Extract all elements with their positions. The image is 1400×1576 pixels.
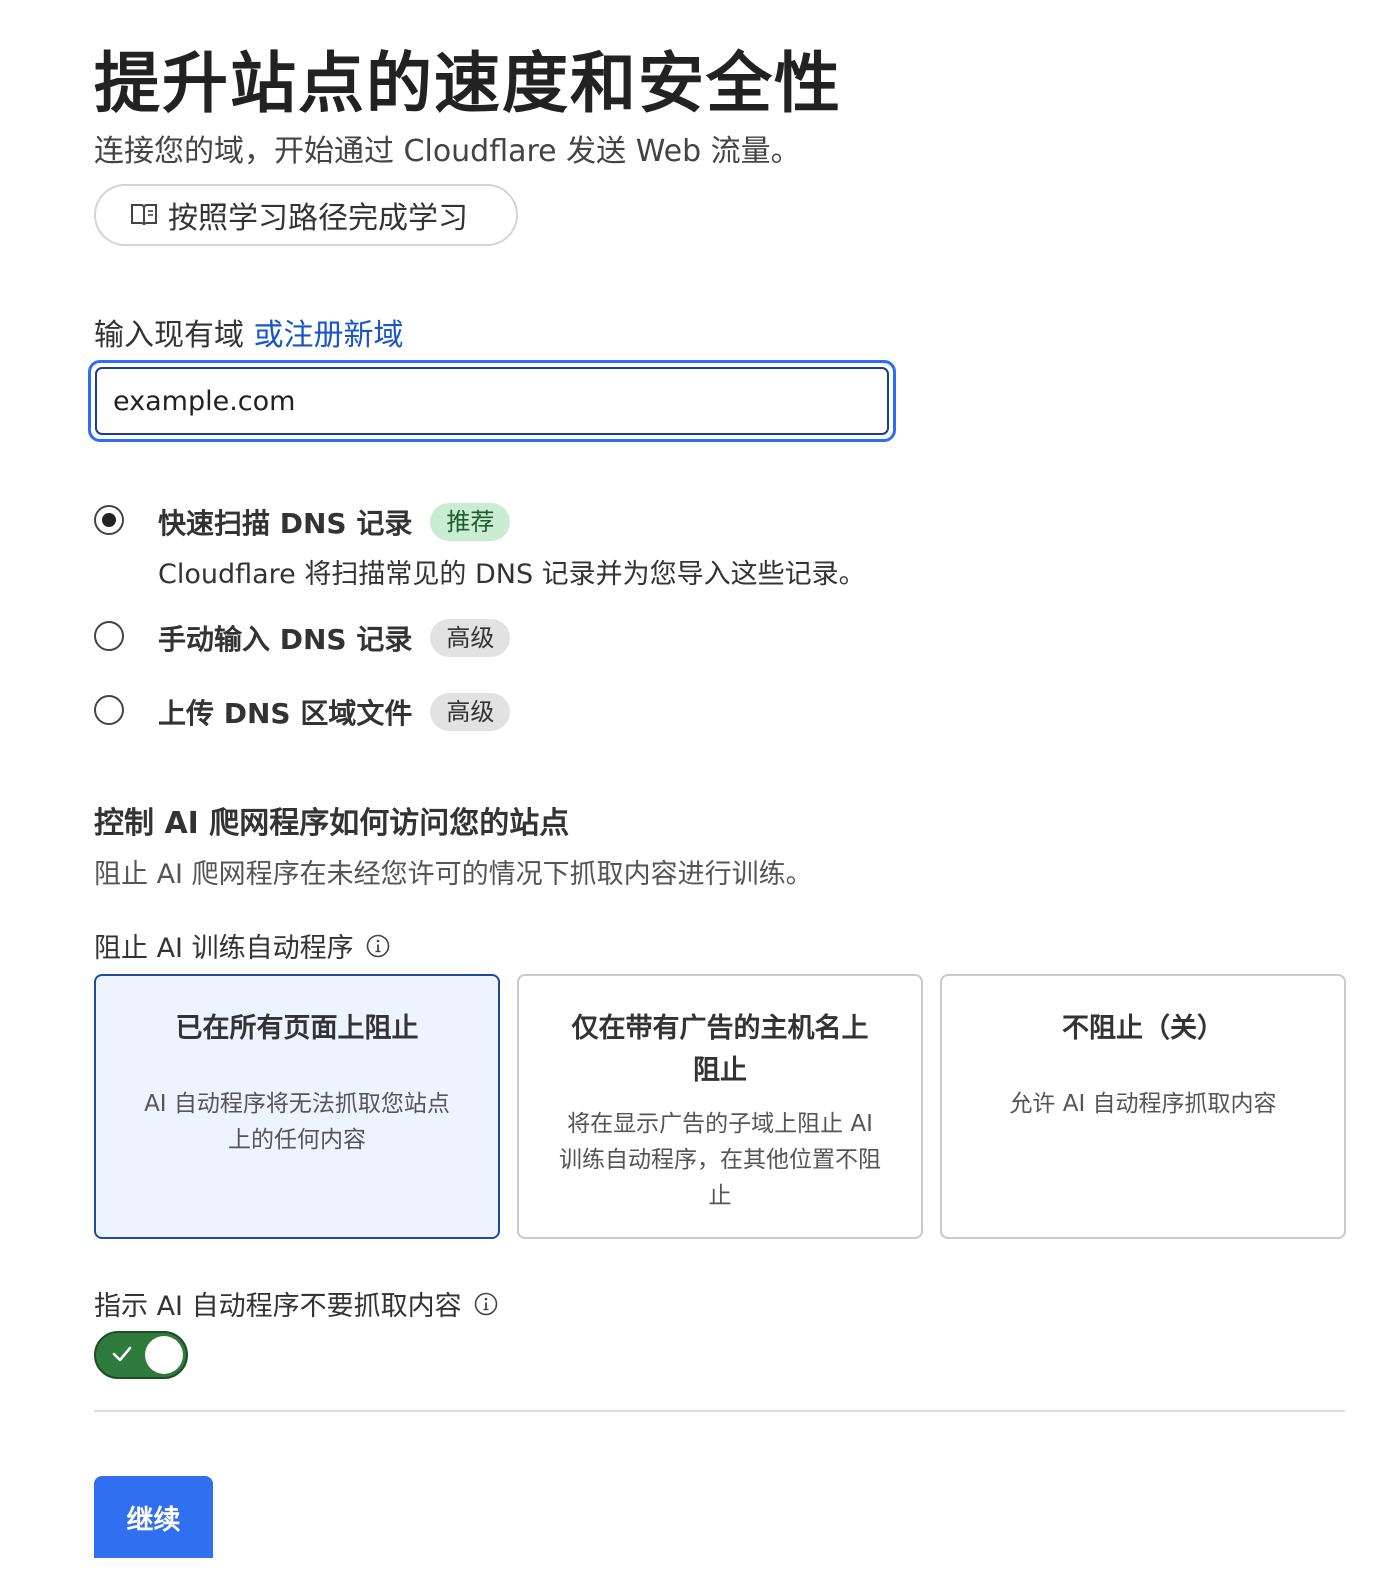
block-ad-hostnames-card[interactable]: 仅在带有广告的主机名上阻止 将在显示广告的子域上阻止 AI 训练自动程序，在其他… [517,974,923,1239]
ai-section-description: 阻止 AI 爬网程序在未经您许可的情况下抓取内容进行训练。 [94,859,813,890]
dns-option-upload[interactable]: 上传 DNS 区域文件 高级 [94,692,511,732]
card-description: AI 自动程序将无法抓取您站点上的任何内容 [144,1091,450,1153]
manual-entry-radio[interactable] [94,621,124,651]
instruct-ai-toggle[interactable] [94,1331,188,1379]
check-icon [112,1346,132,1362]
domain-label-text: 输入现有域 [94,318,244,353]
card-description: 将在显示广告的子域上阻止 AI 训练自动程序，在其他位置不阻止 [559,1111,881,1209]
do-not-block-card[interactable]: 不阻止（关） 允许 AI 自动程序抓取内容 [940,974,1346,1239]
ai-section-heading: 控制 AI 爬网程序如何访问您的站点 [94,806,570,841]
onboarding-page: 提升站点的速度和安全性 连接您的域，开始通过 Cloudflare 发送 Web… [0,0,1400,1576]
card-title: 不阻止（关） [1062,1013,1224,1044]
divider [94,1410,1345,1412]
continue-button[interactable]: 继续 [94,1476,213,1558]
manual-entry-title: 手动输入 DNS 记录 [158,623,413,656]
domain-input-focus-ring [88,360,896,442]
quick-scan-radio[interactable] [94,505,124,535]
instruct-ai-label: 指示 AI 自动程序不要抓取内容 [94,1284,498,1323]
advanced-badge: 高级 [430,619,511,657]
dns-option-manual[interactable]: 手动输入 DNS 记录 高级 [94,618,511,658]
domain-input[interactable] [95,367,889,435]
quick-scan-description: Cloudflare 将扫描常见的 DNS 记录并为您导入这些记录。 [158,559,866,590]
block-ai-label: 阻止 AI 训练自动程序 [94,926,390,965]
learning-path-button[interactable]: 按照学习路径完成学习 [94,184,518,246]
quick-scan-title: 快速扫描 DNS 记录 [158,507,413,540]
block-ai-label-text: 阻止 AI 训练自动程序 [94,933,354,964]
upload-zone-radio[interactable] [94,695,124,725]
toggle-knob [145,1336,183,1374]
register-domain-link[interactable]: 或注册新域 [254,318,404,353]
upload-zone-title: 上传 DNS 区域文件 [158,697,413,730]
dns-option-quick-scan[interactable]: 快速扫描 DNS 记录 推荐 Cloudflare 将扫描常见的 DNS 记录并… [94,502,866,591]
info-icon[interactable] [366,934,390,958]
card-title: 已在所有页面上阻止 [175,1013,419,1044]
card-title: 仅在带有广告的主机名上阻止 [571,1013,869,1086]
instruct-ai-label-text: 指示 AI 自动程序不要抓取内容 [94,1291,462,1322]
page-title: 提升站点的速度和安全性 [94,45,842,122]
learning-path-label: 按照学习路径完成学习 [168,201,468,236]
advanced-badge: 高级 [430,693,511,731]
domain-label: 输入现有域 或注册新域 [94,310,404,354]
recommended-badge: 推荐 [430,503,511,541]
info-icon[interactable] [474,1292,498,1316]
block-all-pages-card[interactable]: 已在所有页面上阻止 AI 自动程序将无法抓取您站点上的任何内容 [94,974,500,1239]
page-subtitle: 连接您的域，开始通过 Cloudflare 发送 Web 流量。 [94,134,801,169]
card-description: 允许 AI 自动程序抓取内容 [1009,1091,1277,1117]
book-icon [131,204,157,226]
